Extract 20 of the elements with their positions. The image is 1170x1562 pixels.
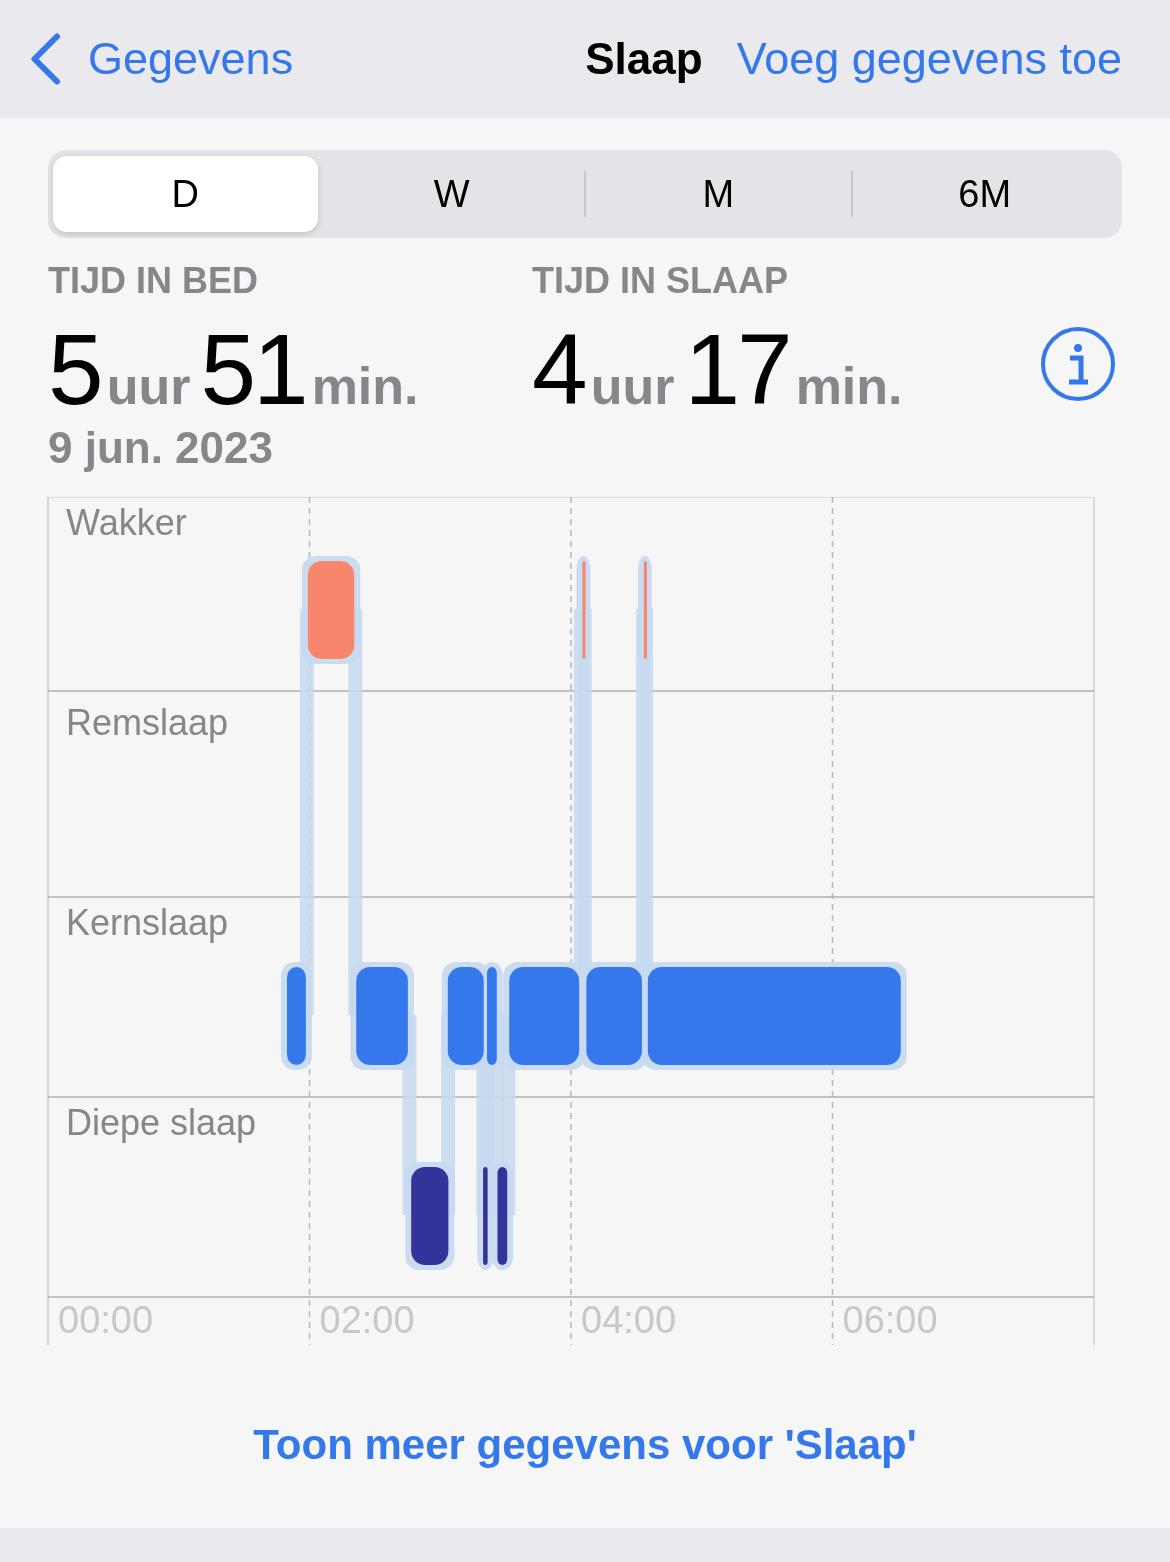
period-tab[interactable]: 6M	[852, 156, 1117, 232]
minutes-unit: min.	[795, 356, 903, 416]
minutes-unit: min.	[311, 356, 419, 416]
hours-unit: uur	[590, 356, 675, 416]
hours-unit: uur	[106, 356, 191, 416]
period-tab[interactable]: D	[53, 156, 318, 232]
screen-title: Slaap	[585, 34, 703, 84]
stage-label: Wakker	[66, 502, 187, 543]
stage-label: Kernslaap	[66, 902, 229, 943]
period-tab[interactable]: M	[586, 156, 851, 232]
minutes-value: 17	[684, 312, 790, 427]
hours-value: 4	[532, 312, 585, 427]
show-more-link[interactable]: Toon meer gegevens voor 'Slaap'	[253, 1421, 917, 1468]
stat-label: TIJD IN BED	[48, 260, 260, 302]
stage-label: Diepe slaap	[66, 1102, 257, 1143]
period-tab[interactable]: W	[319, 156, 584, 232]
info-icon[interactable]	[1040, 325, 1116, 402]
stat-label: TIJD IN SLAAP	[532, 260, 790, 302]
back-chevron-icon	[28, 32, 62, 86]
stage-label: Remslaap	[66, 702, 229, 743]
